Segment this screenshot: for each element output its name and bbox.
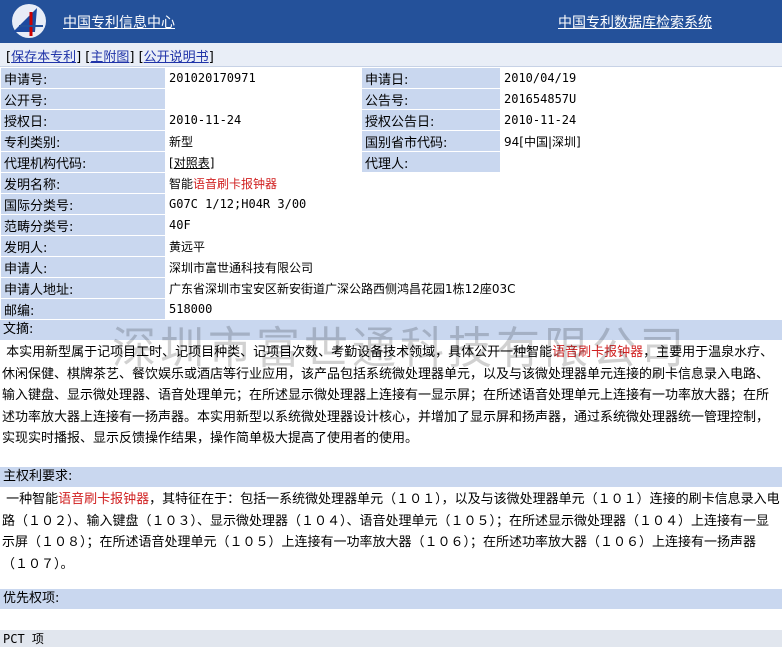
- claims-text: 一种智能语音刷卡报钟器，其特征在于：包括一系统微处理器单元（１０１），以及与该微…: [0, 489, 780, 575]
- table-row: 公开号: 公告号: 201654857U: [0, 88, 782, 110]
- locarno-value: 40F: [165, 214, 782, 236]
- agent-value: [500, 151, 782, 173]
- table-row: 申请人: 深圳市富世通科技有限公司: [0, 256, 782, 278]
- announcement-no-value: 201654857U: [500, 88, 782, 110]
- applicant-address-label: 申请人地址:: [0, 277, 166, 299]
- priority-value: [0, 610, 782, 630]
- application-no-label: 申请号:: [0, 67, 166, 89]
- patent-type-label: 专利类别:: [0, 130, 166, 152]
- locarno-label: 范畴分类号:: [0, 214, 166, 236]
- header-bar: 中国专利信息中心 中国专利数据库检索系统: [0, 0, 782, 43]
- ipc-value: G07C 1/12;H04R 3/00: [165, 193, 782, 215]
- applicant-value: 深圳市富世通科技有限公司: [165, 256, 782, 278]
- country-code-label: 国别省市代码:: [361, 130, 501, 152]
- claims-highlight: 语音刷卡报钟器: [58, 492, 150, 507]
- patent-type-value: 新型: [165, 130, 362, 152]
- applicant-address-value: 广东省深圳市宝安区新安街道广深公路西侧鸿昌花园1栋12座03C: [165, 277, 782, 299]
- save-patent-link[interactable]: 保存本专利: [11, 50, 76, 65]
- announcement-no-label: 公告号:: [361, 88, 501, 110]
- site-title-link[interactable]: 中国专利信息中心: [63, 12, 175, 32]
- table-row: 代理机构代码: [对照表] 代理人:: [0, 151, 782, 173]
- inventor-value: 黄远平: [165, 235, 782, 257]
- application-date-value: 2010/04/19: [500, 67, 782, 89]
- publication-no-value: [165, 88, 362, 110]
- table-row: 发明人: 黄远平: [0, 235, 782, 257]
- ipc-label: 国际分类号:: [0, 193, 166, 215]
- invention-name-highlight: 语音刷卡报钟器: [193, 176, 278, 191]
- invention-name-label: 发明名称:: [0, 172, 166, 194]
- inventor-label: 发明人:: [0, 235, 166, 257]
- grant-date-value: 2010-11-24: [165, 109, 362, 131]
- logo-icon: [12, 4, 46, 38]
- claims-label: 主权利要求:: [0, 467, 782, 487]
- company-watermark: 深圳市富世通科技有限公司: [112, 323, 688, 374]
- table-row: 国际分类号: G07C 1/12;H04R 3/00: [0, 193, 782, 215]
- grant-announce-date-value: 2010-11-24: [500, 109, 782, 131]
- publication-doc-link[interactable]: 公开说明书: [144, 50, 209, 65]
- applicant-label: 申请人:: [0, 256, 166, 278]
- table-row: 授权日: 2010-11-24 授权公告日: 2010-11-24: [0, 109, 782, 131]
- action-link-bar: [保存本专利] [主附图] [公开说明书]: [0, 43, 782, 67]
- invention-name-prefix: 智能: [169, 176, 194, 191]
- grant-date-label: 授权日:: [0, 109, 166, 131]
- application-no-value: 201020170971: [165, 67, 362, 89]
- agency-code-value: [对照表]: [165, 151, 362, 173]
- agency-code-label: 代理机构代码:: [0, 151, 166, 173]
- lookup-table-link[interactable]: 对照表: [174, 156, 210, 170]
- application-date-label: 申请日:: [361, 67, 501, 89]
- grant-announce-date-label: 授权公告日:: [361, 109, 501, 131]
- table-row: 发明名称: 智能语音刷卡报钟器: [0, 172, 782, 194]
- table-row: 申请号: 201020170971 申请日: 2010/04/19: [0, 67, 782, 89]
- db-title-link[interactable]: 中国专利数据库检索系统: [558, 12, 712, 32]
- main-figure-link[interactable]: 主附图: [90, 50, 129, 65]
- table-row: 专利类别: 新型 国别省市代码: 94[中国|深圳]: [0, 130, 782, 152]
- agent-label: 代理人:: [361, 151, 501, 173]
- invention-name-value: 智能语音刷卡报钟器: [165, 172, 782, 194]
- publication-no-label: 公开号:: [0, 88, 166, 110]
- priority-label: 优先权项:: [0, 589, 782, 609]
- table-row: 范畴分类号: 40F: [0, 214, 782, 236]
- country-code-value: 94[中国|深圳]: [500, 130, 782, 152]
- pct-label: PCT 项: [0, 630, 782, 647]
- patent-info-table: 申请号: 201020170971 申请日: 2010/04/19 公开号: 公…: [0, 67, 782, 320]
- claims-part1: 一种智能: [6, 492, 59, 507]
- table-row: 申请人地址: 广东省深圳市宝安区新安街道广深公路西侧鸿昌花园1栋12座03C: [0, 277, 782, 299]
